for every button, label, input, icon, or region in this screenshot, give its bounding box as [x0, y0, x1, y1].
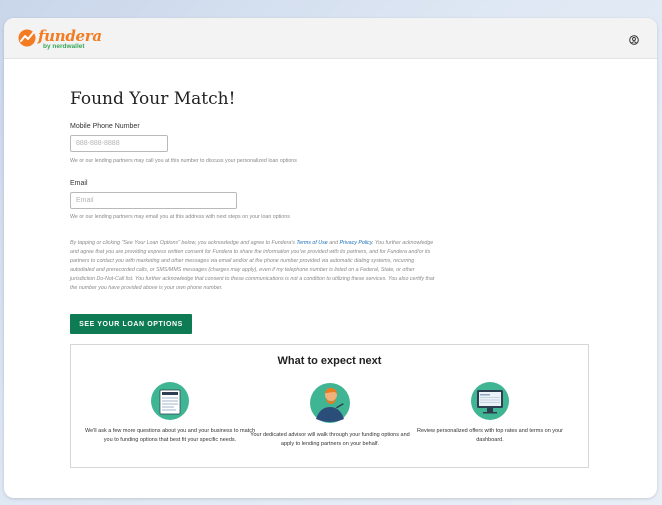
email-help-text: We or our lending partners may email you… [70, 214, 290, 220]
step-dashboard: Review personalized offers with top rate… [405, 381, 575, 445]
phone-help-text: We or our lending partners may call you … [70, 158, 297, 164]
questionnaire-document-icon [151, 382, 189, 420]
email-input[interactable] [70, 192, 237, 209]
see-loan-options-button[interactable]: SEE YOUR LOAN OPTIONS [70, 314, 192, 334]
advisor-person-icon [310, 383, 350, 423]
step-questions-text: We'll ask a few more questions about you… [85, 428, 256, 443]
top-navigation-bar: fundera by nerdwallet [4, 18, 657, 59]
email-label: Email [70, 180, 88, 187]
phone-input[interactable] [70, 135, 168, 152]
consent-text-rest: . You further acknowledge and agree that… [70, 240, 435, 291]
page-title: Found Your Match! [70, 89, 236, 109]
step-advisor-text: Your dedicated advisor will walk through… [250, 432, 410, 447]
step-dashboard-text: Review personalized offers with top rate… [416, 428, 564, 443]
step-questions: We'll ask a few more questions about you… [85, 381, 255, 445]
consent-disclaimer: By tapping or clicking "See Your Loan Op… [70, 239, 435, 293]
dashboard-monitor-icon [471, 382, 509, 420]
privacy-policy-link[interactable]: Privacy Policy [340, 240, 373, 246]
what-to-expect-panel: What to expect next We'll ask a few more… [70, 344, 589, 468]
fundera-logo-mark-icon [18, 29, 36, 47]
terms-of-use-link[interactable]: Terms of Use [296, 240, 327, 246]
what-to-expect-title: What to expect next [277, 355, 382, 367]
consent-text-and: and [327, 240, 340, 246]
user-account-icon[interactable] [629, 35, 639, 45]
phone-label: Mobile Phone Number [70, 123, 140, 130]
browser-window: fundera by nerdwallet Found Your Match! … [4, 18, 657, 498]
step-advisor: Your dedicated advisor will walk through… [245, 381, 415, 449]
brand-subtitle: by nerdwallet [43, 43, 85, 50]
consent-text-start: By tapping or clicking "See Your Loan Op… [70, 240, 297, 246]
